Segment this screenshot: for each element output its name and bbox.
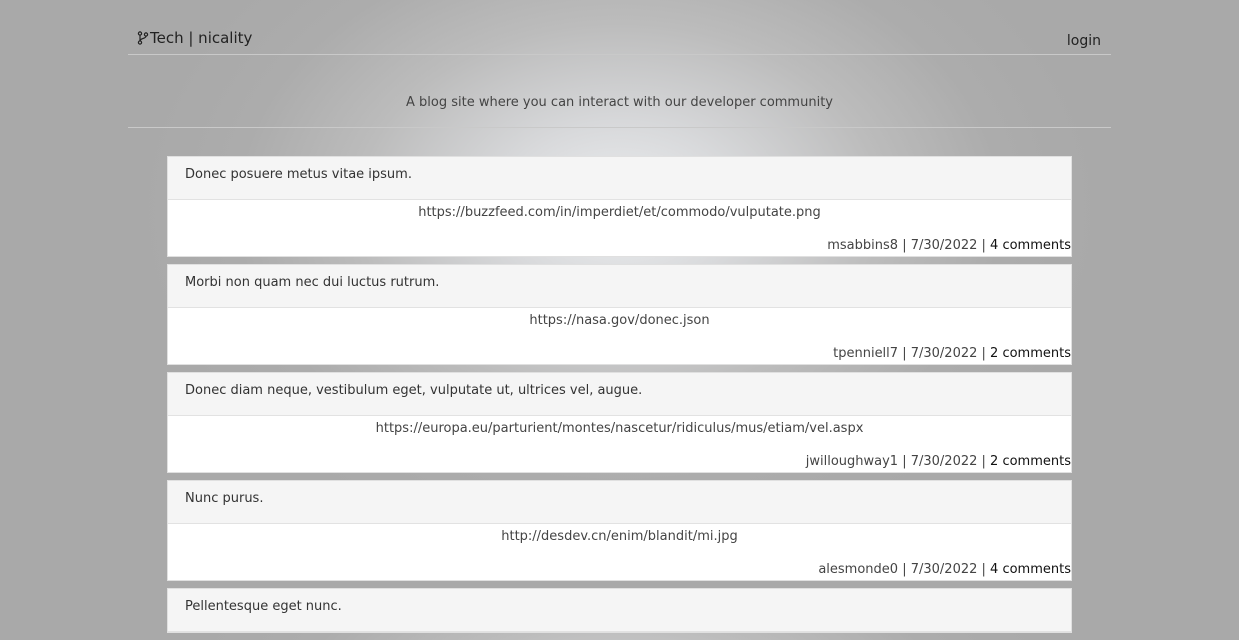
post-card: Donec diam neque, vestibulum eget, vulpu…	[167, 372, 1072, 473]
post-list: Donec posuere metus vitae ipsum. https:/…	[167, 156, 1072, 640]
post-comments-link[interactable]: 2 comments	[990, 346, 1071, 361]
post-body: https://buzzfeed.com/in/imperdiet/et/com…	[168, 200, 1071, 256]
post-body: http://desdev.cn/enim/blandit/mi.jpg ale…	[168, 524, 1071, 580]
post-url: https://europa.eu/parturient/montes/nasc…	[375, 421, 864, 436]
post-title[interactable]: Pellentesque eget nunc.	[168, 589, 1071, 632]
post-date: 7/30/2022	[910, 562, 978, 577]
post-author: tpenniell7	[833, 346, 899, 361]
post-meta: msabbins8 | 7/30/2022 | 4 comments	[827, 238, 1071, 253]
site-tagline: A blog site where you can interact with …	[128, 55, 1111, 128]
post-title[interactable]: Donec diam neque, vestibulum eget, vulpu…	[168, 373, 1071, 416]
post-comments-link[interactable]: 4 comments	[990, 238, 1071, 253]
login-link[interactable]: login	[1067, 33, 1101, 49]
branch-icon	[137, 31, 149, 45]
post-title[interactable]: Nunc purus.	[168, 481, 1071, 524]
post-author: alesmonde0	[818, 562, 899, 577]
post-title[interactable]: Donec posuere metus vitae ipsum.	[168, 157, 1071, 200]
post-card: Morbi non quam nec dui luctus rutrum. ht…	[167, 264, 1072, 365]
post-meta: tpenniell7 | 7/30/2022 | 2 comments	[833, 346, 1071, 361]
post-author: msabbins8	[827, 238, 899, 253]
post-card: Nunc purus. http://desdev.cn/enim/blandi…	[167, 480, 1072, 581]
post-date: 7/30/2022	[910, 454, 978, 469]
post-comments-link[interactable]: 2 comments	[990, 454, 1071, 469]
post-card: Pellentesque eget nunc.	[167, 588, 1072, 633]
post-meta: alesmonde0 | 7/30/2022 | 4 comments	[818, 562, 1071, 577]
post-url: https://buzzfeed.com/in/imperdiet/et/com…	[418, 205, 821, 220]
post-date: 7/30/2022	[910, 238, 978, 253]
post-body: https://europa.eu/parturient/montes/nasc…	[168, 416, 1071, 472]
post-date: 7/30/2022	[910, 346, 978, 361]
post-url: https://nasa.gov/donec.json	[529, 313, 710, 328]
post-url: http://desdev.cn/enim/blandit/mi.jpg	[501, 529, 738, 544]
top-nav: Tech | nicality login	[128, 0, 1111, 55]
post-title[interactable]: Morbi non quam nec dui luctus rutrum.	[168, 265, 1071, 308]
site-brand[interactable]: Tech | nicality	[137, 29, 252, 47]
brand-name: Tech | nicality	[150, 29, 253, 47]
post-meta: jwilloughway1 | 7/30/2022 | 2 comments	[805, 454, 1071, 469]
post-card: Donec posuere metus vitae ipsum. https:/…	[167, 156, 1072, 257]
page-container: Tech | nicality login A blog site where …	[128, 0, 1111, 128]
post-author: jwilloughway1	[805, 454, 899, 469]
post-body: https://nasa.gov/donec.json tpenniell7 |…	[168, 308, 1071, 364]
post-comments-link[interactable]: 4 comments	[990, 562, 1071, 577]
